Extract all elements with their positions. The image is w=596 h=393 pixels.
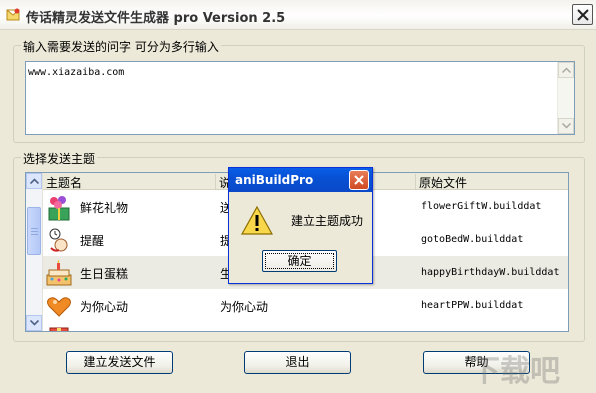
chevron-down-icon [30,320,39,326]
dialog-title-bar: aniBuildPro [229,168,372,192]
watermark-logo: 下载吧 [470,354,560,389]
heart-icon [47,297,71,317]
flower-gift-icon [48,196,70,221]
list-item[interactable] [43,322,568,331]
close-button[interactable] [572,4,593,25]
close-icon [577,9,589,21]
watermark-text: 下载吧 [470,354,560,389]
theme-name: 鲜花礼物 [80,201,129,215]
theme-file: gotoBedW.builddat [421,234,524,245]
column-header-name[interactable]: 主题名 [43,174,216,189]
message-textarea[interactable]: www.xiazaiba.com [25,61,575,135]
message-text: www.xiazaiba.com [28,67,125,78]
theme-name: 提醒 [80,234,105,248]
exit-button[interactable]: 退出 [244,351,351,374]
dialog-message: 建立主题成功 [291,214,364,228]
theme-list-scrollbar[interactable] [26,173,43,331]
theme-name: 生日蛋糕 [80,267,129,281]
message-scrollbar[interactable] [557,62,574,134]
dialog-ok-button[interactable]: 确定 [262,250,337,272]
dialog-title: aniBuildPro [235,173,314,187]
alarm-clock-icon [49,228,68,252]
theme-file: happyBirthdayW.builddat [421,267,560,278]
app-icon [6,8,20,21]
column-header-file[interactable]: 原始文件 [416,174,568,189]
title-bar: 传话精灵发送文件生成器 pro Version 2.5 [0,0,596,30]
chevron-up-icon [562,67,571,73]
theme-file: flowerGiftW.builddat [421,201,542,212]
chevron-down-icon [562,123,571,129]
close-icon [354,175,364,185]
dialog-close-button[interactable] [349,170,369,190]
scroll-up-button[interactable] [558,62,574,78]
message-dialog: aniBuildPro 建立主题成功 确定 [228,167,373,284]
window-title: 传话精灵发送文件生成器 pro Version 2.5 [26,11,286,26]
chevron-up-icon [30,178,39,184]
dialog-ok-label: 确定 [265,253,334,269]
list-scroll-thumb[interactable] [27,207,41,255]
scroll-down-button[interactable] [558,118,574,134]
birthday-cake-icon [46,260,72,286]
warning-icon [241,206,273,235]
theme-desc: 为你心动 [220,300,269,314]
list-scroll-up-button[interactable] [26,173,42,189]
gift-icon [49,327,69,331]
list-scroll-down-button[interactable] [26,315,42,331]
message-group-legend: 输入需要发送的问字 可分为多行输入 [21,38,221,55]
theme-file: heartPPW.builddat [421,300,524,311]
theme-group-legend: 选择发送主题 [21,150,98,167]
list-item[interactable]: 为你心动 为你心动 heartPPW.builddat [43,289,568,322]
build-file-button[interactable]: 建立发送文件 [66,351,173,374]
theme-name: 为你心动 [80,300,129,314]
